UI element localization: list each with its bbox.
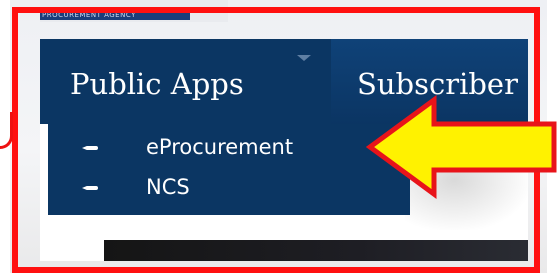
annotation-arrow-icon bbox=[366, 95, 557, 199]
screenshot-canvas: PROCUREMENT AGENCY Public Apps Subscribe… bbox=[0, 0, 557, 273]
